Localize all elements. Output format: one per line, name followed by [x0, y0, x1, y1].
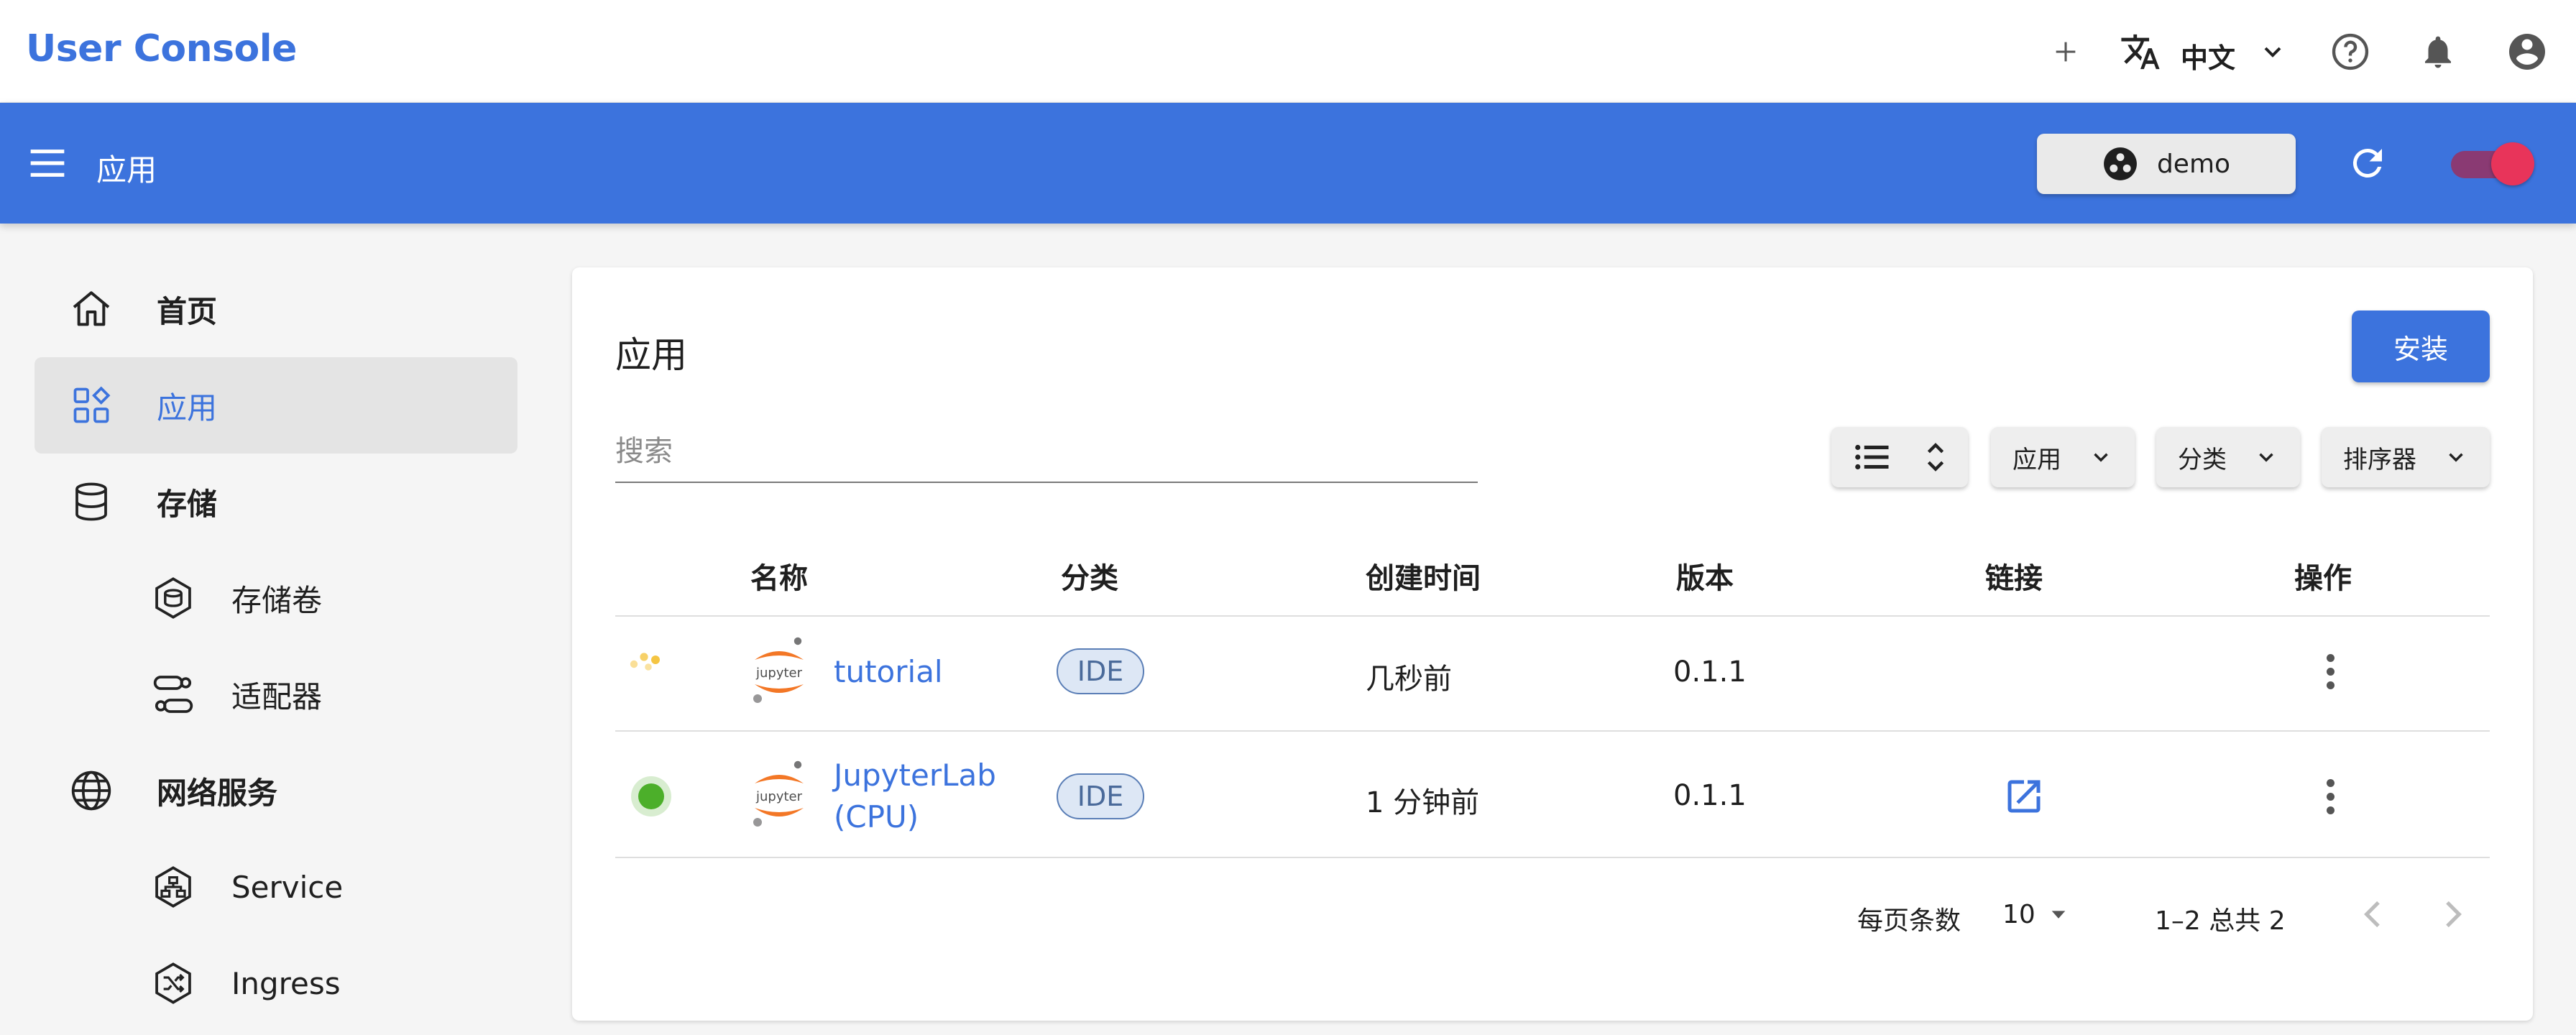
translate-icon[interactable] — [2117, 29, 2163, 75]
chevron-right-icon — [2446, 901, 2462, 928]
category-chip: IDE — [1057, 648, 1144, 694]
rows-per-page-value: 10 — [2002, 899, 2036, 929]
database-icon — [68, 478, 115, 525]
sidebar: 首页 应用 存储 存储卷 适配器 网络服务 Service Ingress — [0, 224, 546, 1035]
category-filter-label: 分类 — [2178, 445, 2227, 474]
sidebar-item-ingress[interactable]: Ingress — [34, 935, 518, 1031]
app-filter-select[interactable]: 应用 — [1991, 427, 2135, 487]
install-button[interactable]: 安装 — [2352, 310, 2490, 382]
namespace-icon — [2104, 147, 2137, 180]
top-bar: User Console 中文 — [0, 0, 2576, 103]
app-name-link[interactable]: tutorial — [834, 651, 943, 693]
row-divider — [615, 730, 2490, 732]
account-icon[interactable] — [2504, 29, 2550, 75]
volume-icon — [150, 574, 197, 622]
category-filter-select[interactable]: 分类 — [2156, 427, 2300, 487]
sidebar-item-volumes[interactable]: 存储卷 — [34, 550, 518, 646]
column-header-name[interactable]: 名称 — [750, 555, 808, 597]
chevron-left-icon — [2364, 901, 2380, 928]
jupyter-logo-text: jupyter — [755, 789, 803, 804]
sidebar-item-storage[interactable]: 存储 — [34, 454, 518, 550]
sorter-select[interactable]: 排序器 — [2322, 427, 2490, 487]
created-time: 几秒前 — [1366, 663, 1452, 696]
category-chip: IDE — [1057, 773, 1144, 819]
namespace-button[interactable]: demo — [2037, 134, 2296, 194]
pagination-range: 1–2 总共 2 — [2155, 906, 2286, 936]
next-page-button[interactable] — [2432, 894, 2472, 934]
apps-icon — [68, 382, 115, 429]
row-divider — [615, 857, 2490, 858]
sidebar-item-label: Service — [231, 869, 344, 905]
app-bar: 应用 demo — [0, 103, 2576, 224]
sidebar-item-label: Ingress — [231, 965, 341, 1001]
adapter-icon — [150, 671, 197, 718]
app-name-line2: (CPU) — [834, 799, 919, 834]
apps-card: 应用 安装 应用 分类 排序器 名称 分类 创建时间 版本 链接 操作 — [572, 267, 2533, 1021]
page-title: 应用 — [96, 152, 157, 188]
app-version: 0.1.1 — [1673, 656, 1747, 689]
open-link-icon[interactable] — [2002, 775, 2046, 818]
running-status-icon — [631, 776, 671, 816]
ingress-icon — [150, 960, 197, 1007]
sidebar-item-adapters[interactable]: 适配器 — [34, 646, 518, 742]
add-icon[interactable] — [2043, 29, 2089, 75]
sidebar-item-label: 首页 — [157, 293, 218, 329]
sidebar-item-label: 适配器 — [231, 678, 323, 714]
help-icon[interactable] — [2327, 29, 2373, 75]
refresh-icon[interactable] — [2346, 142, 2389, 185]
globe-icon — [68, 767, 115, 814]
sidebar-item-service[interactable]: Service — [34, 839, 518, 935]
menu-icon[interactable] — [27, 144, 68, 182]
sidebar-item-network[interactable]: 网络服务 — [34, 742, 518, 839]
home-icon — [68, 285, 115, 333]
list-icon — [1855, 444, 1889, 470]
namespace-label: demo — [2156, 149, 2231, 179]
bell-icon[interactable] — [2415, 29, 2461, 75]
pending-status-icon — [630, 653, 660, 671]
created-time: 1 分钟前 — [1366, 786, 1480, 819]
jupyter-logo-icon: jupyter — [753, 760, 804, 827]
sidebar-item-home[interactable]: 首页 — [34, 261, 518, 357]
chevron-down-icon — [2259, 453, 2273, 462]
jupyter-logo-icon: jupyter — [753, 637, 804, 703]
caret-down-icon — [2051, 911, 2066, 919]
sidebar-item-apps[interactable]: 应用 — [34, 357, 518, 454]
header-divider — [615, 615, 2490, 617]
jupyter-logo-text: jupyter — [755, 666, 803, 681]
sidebar-item-label: 网络服务 — [157, 775, 278, 811]
rows-per-page-select[interactable]: 10 — [2002, 894, 2082, 934]
search-input[interactable] — [615, 430, 1478, 473]
column-header-link: 链接 — [1985, 562, 2043, 595]
chevron-down-icon[interactable] — [2250, 29, 2296, 75]
search-field — [615, 423, 1478, 483]
app-version: 0.1.1 — [1673, 779, 1747, 812]
sort-arrows-icon — [1927, 443, 1944, 472]
chevron-down-icon — [2449, 453, 2463, 462]
column-header-created[interactable]: 创建时间 — [1366, 555, 1481, 597]
language-label[interactable]: 中文 — [2181, 36, 2235, 75]
more-actions-icon[interactable] — [2316, 775, 2345, 818]
theme-toggle[interactable] — [2450, 141, 2536, 187]
brand-title[interactable]: User Console — [26, 27, 297, 70]
sidebar-item-label: 存储卷 — [231, 582, 323, 618]
card-title: 应用 — [615, 334, 687, 376]
column-header-category[interactable]: 分类 — [1061, 555, 1118, 597]
service-icon — [150, 863, 197, 911]
column-header-version[interactable]: 版本 — [1676, 555, 1734, 597]
sorter-label: 排序器 — [2343, 445, 2416, 474]
sidebar-item-label: 存储 — [157, 486, 218, 522]
app-filter-label: 应用 — [2012, 445, 2061, 474]
more-actions-icon[interactable] — [2316, 650, 2345, 693]
view-mode-button[interactable] — [1831, 427, 1968, 487]
chevron-down-icon — [2094, 453, 2108, 462]
column-header-actions: 操作 — [2294, 562, 2352, 595]
app-name-link[interactable]: JupyterLab (CPU) — [834, 755, 996, 838]
previous-page-button[interactable] — [2353, 894, 2393, 934]
toggle-thumb — [2491, 142, 2534, 185]
rows-per-page-label: 每页条数 — [1857, 906, 1961, 936]
app-name-line1: JupyterLab — [834, 758, 996, 793]
sidebar-item-label: 应用 — [157, 390, 218, 426]
